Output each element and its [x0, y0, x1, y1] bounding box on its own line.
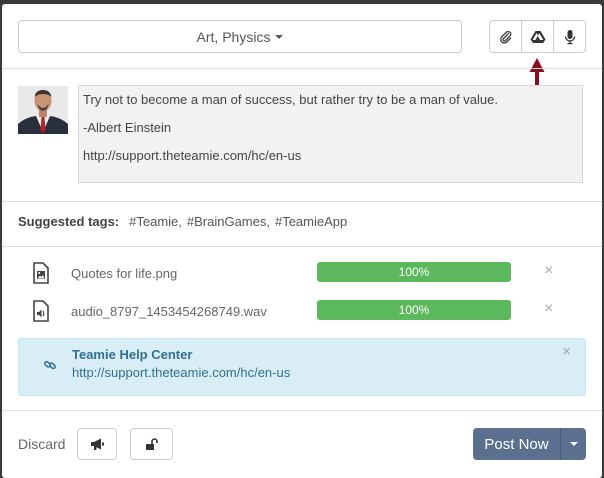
avatar — [18, 86, 68, 134]
link-preview-card[interactable]: Teamie Help Center http://support.thetea… — [18, 338, 586, 396]
upload-progress-bar: 100% — [317, 300, 511, 320]
divider — [2, 68, 602, 69]
discard-button[interactable]: Discard — [18, 436, 65, 452]
microphone-icon — [564, 29, 575, 44]
tag-link[interactable]: #TeamieApp — [275, 214, 347, 232]
suggested-tags: Suggested tags: #Teamie, #BrainGames, #T… — [18, 214, 347, 232]
progress-label: 100% — [398, 265, 430, 279]
link-preview-title[interactable]: Teamie Help Center — [72, 347, 192, 362]
post-line: Try not to become a man of success, but … — [83, 92, 498, 107]
group-selector-label: Art, Physics — [196, 28, 271, 45]
attachment-name: Quotes for life.png — [71, 266, 178, 281]
post-options-dropdown[interactable] — [561, 428, 586, 460]
caret-down-icon — [275, 34, 284, 39]
upload-progress-bar: 100% — [317, 262, 511, 282]
suggested-tags-label: Suggested tags: — [18, 214, 120, 229]
caret-down-icon — [569, 442, 578, 446]
link-icon — [44, 360, 56, 370]
divider — [2, 410, 602, 411]
megaphone-icon — [90, 438, 104, 450]
post-text-area[interactable]: Try not to become a man of success, but … — [78, 85, 583, 183]
remove-link-icon[interactable]: × — [562, 343, 571, 360]
attachment-name: audio_8797_1453454268749.wav — [71, 304, 267, 319]
post-now-label[interactable]: Post Now — [473, 428, 561, 460]
divider — [2, 246, 602, 247]
tag-link[interactable]: #Teamie, — [129, 214, 182, 232]
image-file-icon — [33, 262, 49, 284]
audio-file-icon — [33, 300, 49, 322]
attachment-toolbar — [489, 20, 586, 53]
record-audio-button[interactable] — [554, 21, 585, 52]
paperclip-icon — [499, 30, 511, 44]
attachment-row: Quotes for life.png 100% × — [32, 262, 572, 284]
post-line: -Albert Einstein — [83, 120, 172, 135]
post-line: http://support.theteamie.com/hc/en-us — [83, 148, 302, 163]
post-now-button[interactable]: Post Now — [473, 428, 586, 460]
remove-attachment-icon[interactable]: × — [544, 300, 553, 318]
attachment-row: audio_8797_1453454268749.wav 100% × — [32, 300, 572, 322]
divider — [2, 201, 602, 202]
group-selector[interactable]: Art, Physics — [18, 20, 462, 53]
attach-file-button[interactable] — [490, 21, 522, 52]
tag-link[interactable]: #BrainGames, — [187, 214, 270, 232]
post-composer: Art, Physics Try not to become a man of … — [2, 4, 602, 478]
google-drive-button[interactable] — [522, 21, 554, 52]
unlock-icon — [145, 438, 158, 450]
privacy-toggle-button[interactable] — [130, 428, 173, 460]
link-preview-url[interactable]: http://support.theteamie.com/hc/en-us — [72, 365, 290, 380]
remove-attachment-icon[interactable]: × — [544, 262, 553, 280]
announcement-button[interactable] — [77, 428, 117, 460]
progress-label: 100% — [398, 303, 430, 317]
google-drive-icon — [530, 30, 545, 43]
